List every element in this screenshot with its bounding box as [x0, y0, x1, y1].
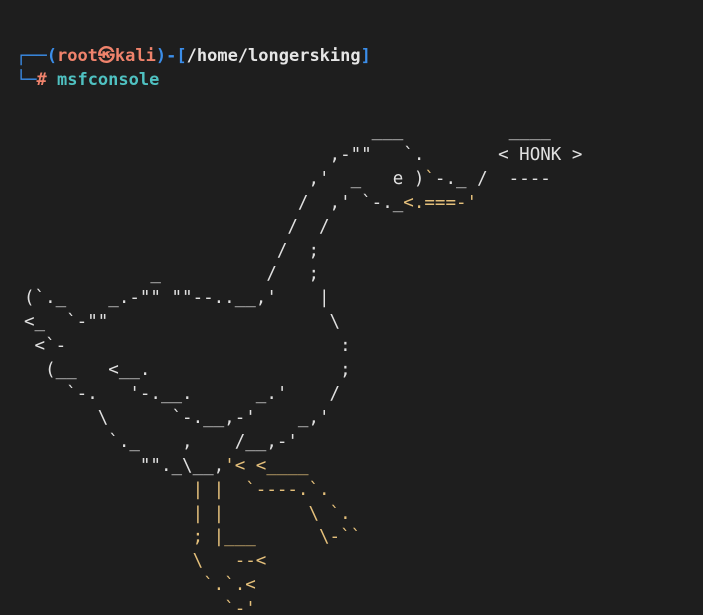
banner-line: <_ `-"" \	[24, 312, 341, 333]
banner-line: <`- :	[24, 336, 351, 357]
prompt-cwd: /home/longersking	[186, 46, 361, 66]
prompt-command: msfconsole	[56, 70, 160, 90]
prompt-host: kali	[114, 46, 156, 66]
prompt-corner-bottom: └─	[16, 70, 37, 90]
prompt-close-bracket: ]	[360, 46, 371, 66]
banner-line: ; |___ \-``	[24, 527, 362, 548]
prompt-close-paren: )	[155, 46, 167, 66]
prompt-corner-top: ┌──	[16, 46, 47, 66]
banner-line: ,' _ e )`-._ / ----	[24, 168, 551, 189]
banner-line: / ;	[24, 240, 320, 261]
banner-line: `-'	[24, 599, 256, 615]
prompt-open-paren: (	[46, 46, 57, 66]
terminal-window[interactable]: ┌──(root㉿kali)-[/home/longersking] └─# m…	[0, 0, 703, 615]
banner-line: `.`.<	[24, 575, 256, 596]
banner-line: `._ , /__,-'	[24, 431, 298, 452]
prompt-user: root	[56, 46, 98, 66]
goose-ascii-banner: ___ ____ ,-"" `. < HONK > ,' _ e )`-._ /…	[24, 120, 582, 615]
banner-line: | | \ `.	[24, 503, 351, 524]
prompt-hash: #	[36, 70, 47, 90]
banner-line: ""._\__,'< <____	[24, 455, 309, 476]
banner-line: \ `-.__,-' _,'	[24, 407, 330, 428]
prompt-open-bracket: [	[176, 46, 187, 66]
banner-line: ,-"" `. < HONK >	[24, 144, 583, 165]
banner-line: `-. '-.__. _.' /	[24, 383, 341, 404]
banner-line: / ,' `-._<.===-'	[24, 192, 478, 213]
banner-line: ___ ____	[24, 121, 551, 141]
prompt-header: ┌──(root㉿kali)-[/home/longersking]	[16, 44, 371, 68]
banner-line: (`._ _.-"" ""--..__,' |	[24, 288, 330, 309]
banner-line: | | `----.`.	[24, 479, 330, 500]
banner-line: / /	[24, 216, 330, 237]
kali-skull-icon: ㉿	[97, 46, 115, 66]
banner-line: (__ <__. ;	[24, 360, 351, 381]
banner-line: _ / ;	[24, 264, 320, 285]
prompt-command-line: └─# msfconsole	[16, 68, 159, 92]
banner-line: \ --<	[24, 551, 267, 572]
prompt-dash: -	[166, 46, 177, 66]
